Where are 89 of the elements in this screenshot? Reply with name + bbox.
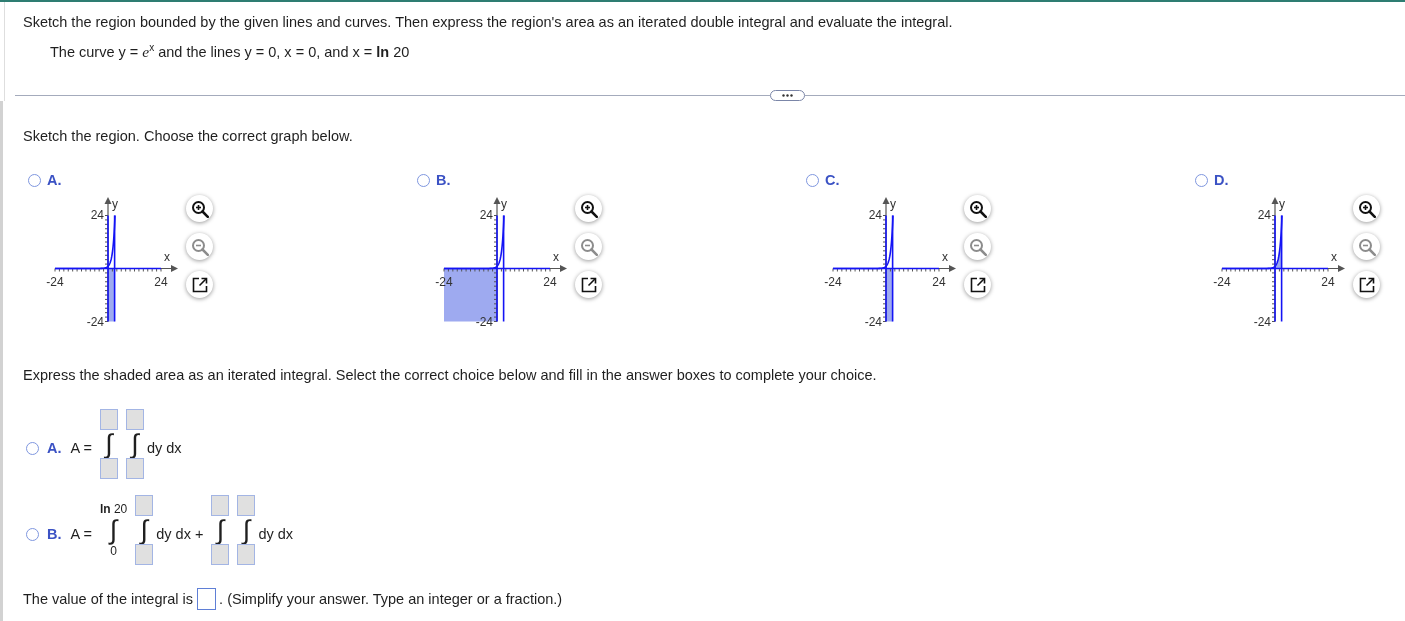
radio-button[interactable] — [806, 173, 819, 187]
integral-sign: ∫ — [131, 430, 139, 458]
result-text: The value of the integral is — [23, 590, 194, 608]
choice-letter: A. — [47, 171, 62, 189]
tick-label: 24 — [868, 208, 882, 222]
axis-label: x — [164, 250, 170, 264]
tick-label: 24 — [479, 208, 493, 222]
limit-text: ln 20 — [99, 502, 128, 516]
axis-label: x — [553, 250, 559, 264]
axis-label: y — [112, 197, 118, 211]
choice-letter: B. — [47, 526, 62, 542]
popout-button[interactable] — [575, 271, 602, 298]
axis-label: y — [501, 197, 507, 211]
tick-label: -24 — [86, 315, 104, 329]
radio-button[interactable] — [26, 527, 39, 541]
zoom-in-icon — [190, 199, 209, 218]
axis-label: y — [1279, 197, 1285, 211]
axis-label: x — [942, 250, 948, 264]
choice-letter: B. — [436, 171, 451, 189]
radio-button[interactable] — [28, 173, 41, 187]
zoom-in-icon — [579, 199, 598, 218]
shaded-region — [886, 268, 893, 322]
radio-button[interactable] — [1195, 173, 1208, 187]
answer-box[interactable] — [211, 544, 230, 565]
instruction-text: Sketch the region bounded by the given lines and curves. Then express the region's area as an iterated double integral and evaluate the integral. — [23, 13, 954, 31]
ellipsis-icon — [782, 94, 793, 97]
prompt-text: Sketch the region. Choose the correct graph below. — [23, 127, 354, 145]
answer-box[interactable] — [237, 544, 256, 565]
axis-label: y — [890, 197, 896, 211]
tick-label: -24 — [1253, 315, 1271, 329]
answer-box[interactable] — [125, 409, 144, 430]
tick-label: -24 — [46, 275, 64, 289]
shaded-region — [108, 268, 115, 322]
problem-statement: The curve y = e$^{x}$ and the lines y = 0, x = 0, and x = ln 20 — [50, 43, 411, 61]
tick-label: 24 — [1257, 208, 1271, 222]
tick-label: -24 — [864, 315, 882, 329]
equation-label: A = — [70, 440, 92, 456]
zoom-out-icon — [968, 237, 987, 256]
radio-button[interactable] — [26, 441, 39, 455]
radio-button[interactable] — [417, 173, 430, 187]
integral-sign: ∫ — [216, 516, 225, 544]
external-link-icon — [190, 275, 209, 294]
choice-letter: C. — [825, 171, 840, 189]
tick-label: -24 — [475, 315, 493, 329]
zoom-in-icon — [968, 199, 987, 218]
instruction-note: . (Simplify your answer. Type an integer or a fraction.) — [219, 590, 563, 608]
zoom-in-button[interactable] — [575, 195, 602, 222]
choice-letter: D. — [1214, 171, 1229, 189]
axis-label: x — [1331, 250, 1337, 264]
answer-box[interactable] — [211, 495, 230, 516]
answer-box[interactable] — [237, 495, 256, 516]
integral-sign: ∫ — [242, 516, 251, 544]
integral-sign: ∫ — [105, 430, 113, 458]
tick-label: 24 — [932, 275, 946, 289]
tick-label: -24 — [435, 275, 453, 289]
zoom-out-icon — [579, 237, 598, 256]
answer-box[interactable] — [197, 588, 217, 610]
prompt-text: Express the shaded area as an iterated integral. Select the correct choice below and fill in the answer boxes to complete your choice. — [23, 366, 878, 384]
equation-label: A = — [70, 526, 92, 542]
popout-button[interactable] — [186, 271, 213, 298]
tick-label: 24 — [1321, 275, 1335, 289]
zoom-out-icon — [1357, 237, 1376, 256]
zoom-out-icon — [190, 237, 209, 256]
popout-button[interactable] — [964, 271, 991, 298]
choice-letter: A. — [47, 440, 62, 456]
differential-text: dy dx — [258, 526, 294, 542]
more-button[interactable] — [770, 90, 805, 101]
answer-box[interactable] — [99, 458, 118, 479]
differential-text: dy dx — [146, 440, 182, 456]
zoom-in-button[interactable] — [964, 195, 991, 222]
answer-box[interactable] — [99, 409, 118, 430]
limit-text: 0 — [110, 544, 117, 558]
zoom-in-button[interactable] — [1353, 195, 1380, 222]
external-link-icon — [968, 275, 987, 294]
answer-box[interactable] — [135, 495, 154, 516]
tick-label: 24 — [543, 275, 557, 289]
popout-button[interactable] — [1353, 271, 1380, 298]
tick-label: -24 — [824, 275, 842, 289]
tick-label: -24 — [1213, 275, 1231, 289]
integral-sign: ∫ — [140, 516, 148, 544]
answer-box[interactable] — [125, 458, 144, 479]
tick-label: 24 — [90, 208, 104, 222]
tick-label: 24 — [154, 275, 168, 289]
zoom-in-button[interactable] — [186, 195, 213, 222]
zoom-in-icon — [1357, 199, 1376, 218]
answer-box[interactable] — [135, 544, 154, 565]
external-link-icon — [1357, 275, 1376, 294]
differential-text: dy dx + — [156, 526, 204, 542]
external-link-icon — [579, 275, 598, 294]
